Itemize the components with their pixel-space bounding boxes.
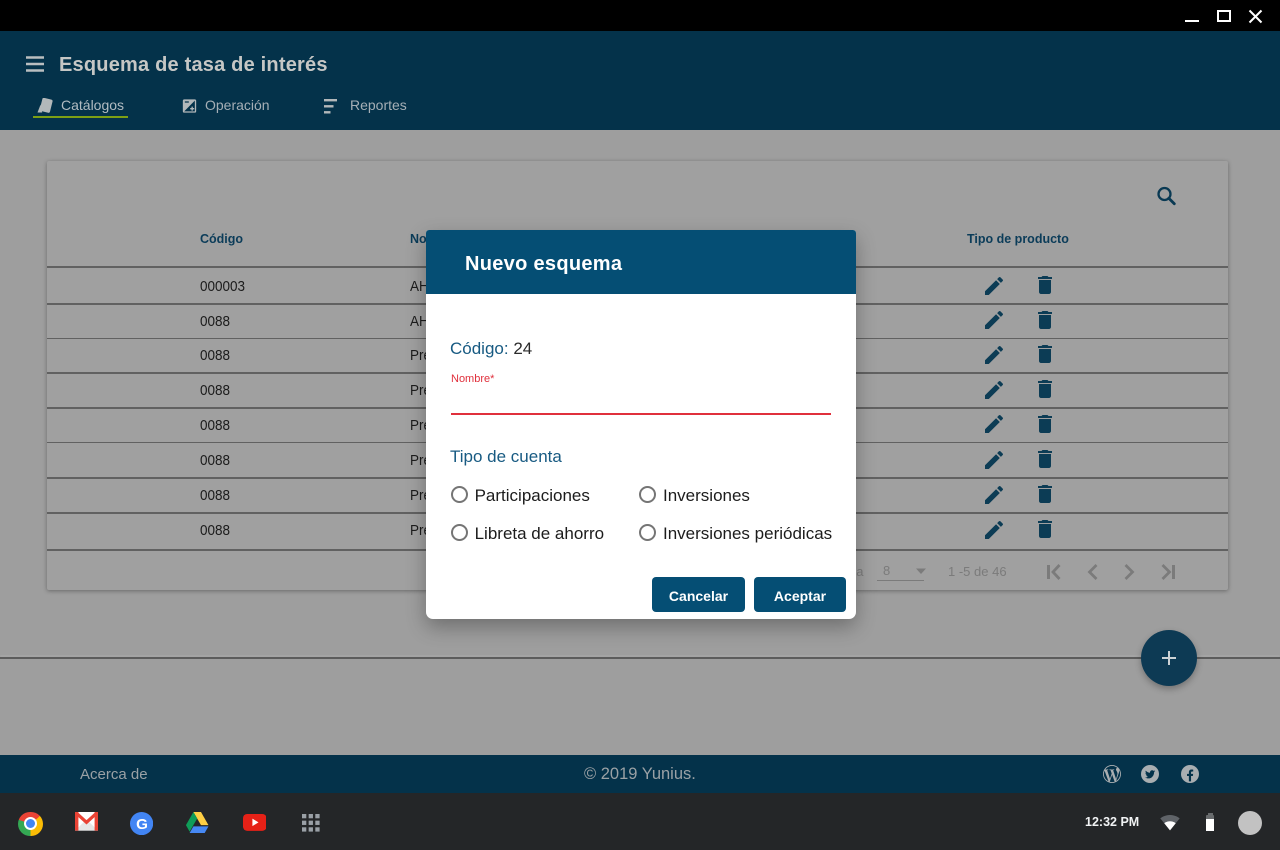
svg-text:G: G xyxy=(136,816,148,833)
